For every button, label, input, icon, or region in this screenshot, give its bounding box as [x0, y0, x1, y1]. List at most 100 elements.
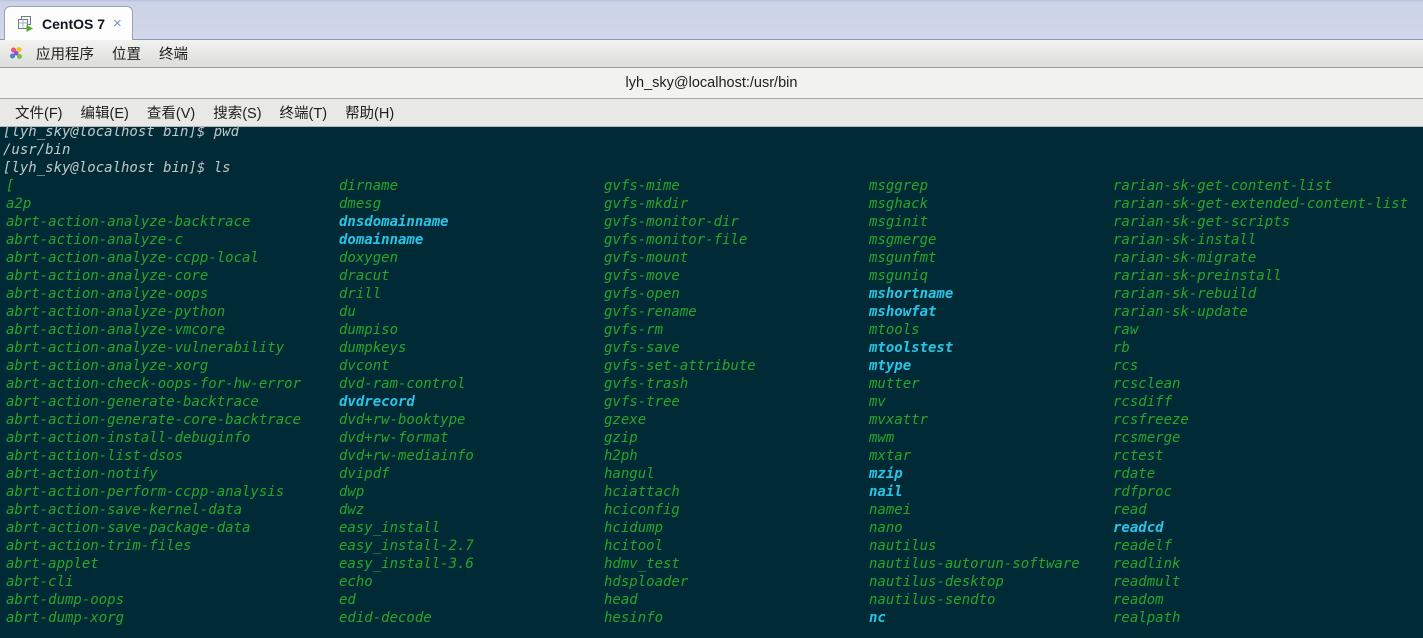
ls-entry: abrt-action-analyze-vmcore	[6, 322, 226, 338]
ls-entry: abrt-action-trim-files	[6, 538, 192, 554]
ls-entry: dumpkeys	[339, 340, 407, 356]
ls-entry: rcsfreeze	[1113, 412, 1189, 428]
ls-entry: rb	[1113, 340, 1130, 356]
ls-entry: hdsploader	[604, 574, 689, 590]
ls-entry: dvcont	[339, 358, 390, 374]
ls-column: gvfs-mime gvfs-mkdir gvfs-monitor-dir gvfs-…	[604, 177, 756, 627]
ls-entry: hcidump	[604, 520, 664, 536]
ls-entry: rcsclean	[1113, 376, 1181, 392]
ls-entry: msginit	[869, 214, 929, 230]
ls-entry: gvfs-mkdir	[604, 196, 689, 212]
ls-entry: msgunfmt	[869, 250, 937, 266]
ls-entry: dnsdomainname	[339, 214, 449, 230]
ls-entry: gvfs-move	[604, 268, 680, 284]
ls-entry: edid-decode	[339, 610, 432, 626]
ls-entry: domainname	[339, 232, 424, 248]
ls-entry: readmult	[1113, 574, 1181, 590]
ls-entry: readlink	[1113, 556, 1181, 572]
ls-entry: drill	[339, 286, 382, 302]
terminal-line: /usr/bin	[3, 142, 71, 158]
ls-entry: realpath	[1113, 610, 1181, 626]
ls-entry: abrt-cli	[6, 574, 74, 590]
ls-entry: dracut	[339, 268, 390, 284]
ls-entry: gvfs-tree	[604, 394, 680, 410]
ls-entry: rarian-sk-rebuild	[1113, 286, 1257, 302]
ls-entry: gvfs-mount	[604, 250, 689, 266]
ls-entry: gvfs-open	[604, 286, 680, 302]
ls-column: msggrep msghack msginit msgmerge msgunfmt msg…	[869, 177, 1080, 627]
ls-entry: doxygen	[339, 250, 399, 266]
ls-entry: [	[6, 178, 15, 194]
ls-entry: nautilus-sendto	[869, 592, 996, 608]
ls-entry: abrt-action-install-debuginfo	[6, 430, 251, 446]
ls-entry: mtools	[869, 322, 920, 338]
ls-entry: gvfs-monitor-dir	[604, 214, 739, 230]
ls-entry: abrt-action-save-package-data	[6, 520, 251, 536]
ls-entry: hciattach	[604, 484, 680, 500]
ls-entry: readcd	[1113, 520, 1164, 536]
ls-entry: abrt-action-analyze-oops	[6, 286, 209, 302]
menu-search[interactable]: 搜索(S)	[204, 100, 270, 125]
ls-entry: head	[604, 592, 638, 608]
ls-entry: dwp	[339, 484, 365, 500]
ls-column: [a2p abrt-action-analyze-backtrace abrt-ac…	[6, 177, 301, 627]
menu-edit[interactable]: 编辑(E)	[72, 100, 138, 125]
panel-item-applications[interactable]: 应用程序	[27, 41, 103, 66]
terminal-screen[interactable]: [lyh_sky@localhost bin]$ pwd/usr/bin [lyh…	[0, 127, 1423, 638]
menu-help[interactable]: 帮助(H)	[336, 100, 403, 125]
ls-entry: mzip	[869, 466, 903, 482]
ls-entry: gvfs-save	[604, 340, 680, 356]
ls-entry: abrt-action-analyze-vulnerability	[6, 340, 285, 356]
ls-entry: abrt-action-analyze-ccpp-local	[6, 250, 259, 266]
ls-entry: abrt-action-generate-core-backtrace	[6, 412, 302, 428]
ls-entry: du	[339, 304, 356, 320]
ls-entry: dvd+rw-booktype	[339, 412, 466, 428]
panel-item-terminal[interactable]: 终端	[150, 41, 197, 66]
terminal-line: [lyh_sky@localhost bin]$ ls	[3, 160, 231, 176]
ls-entry: easy_install-3.6	[339, 556, 474, 572]
menu-file[interactable]: 文件(F)	[6, 100, 72, 125]
ls-entry: msghack	[869, 196, 929, 212]
ls-entry: rdate	[1113, 466, 1156, 482]
ls-entry: dvipdf	[339, 466, 390, 482]
ls-entry: dvd+rw-format	[339, 430, 449, 446]
ls-entry: dirname	[339, 178, 399, 194]
ls-entry: gvfs-monitor-file	[604, 232, 748, 248]
ls-entry: nautilus-desktop	[869, 574, 1004, 590]
vm-thumbnail-icon	[15, 14, 35, 34]
ls-column: rarian-sk-get-content-list rarian-sk-get-…	[1113, 177, 1408, 627]
ls-output-grid: [a2p abrt-action-analyze-backtrace abrt-ac…	[3, 177, 1423, 627]
ls-entry: hdmv_test	[604, 556, 680, 572]
ls-entry: dvd+rw-mediainfo	[339, 448, 474, 464]
menu-view[interactable]: 查看(V)	[138, 100, 204, 125]
terminal-title-bar: lyh_sky@localhost:/usr/bin	[0, 68, 1423, 99]
ls-entry: rcsdiff	[1113, 394, 1173, 410]
ls-entry: rctest	[1113, 448, 1164, 464]
ls-entry: rarian-sk-migrate	[1113, 250, 1257, 266]
ls-entry: ed	[339, 592, 356, 608]
close-icon[interactable]: ×	[112, 16, 123, 31]
ls-entry: rarian-sk-install	[1113, 232, 1257, 248]
vm-tab-label: CentOS 7	[42, 15, 106, 32]
ls-entry: rarian-sk-get-scripts	[1113, 214, 1291, 230]
ls-entry: abrt-action-notify	[6, 466, 158, 482]
ls-entry: rcs	[1113, 358, 1139, 374]
ls-entry: hciconfig	[604, 502, 680, 518]
vm-tab-centos7[interactable]: CentOS 7 ×	[4, 6, 133, 40]
ls-entry: nano	[869, 520, 903, 536]
ls-entry: abrt-dump-oops	[6, 592, 125, 608]
panel-item-places[interactable]: 位置	[103, 41, 150, 66]
ls-entry: msgmerge	[869, 232, 937, 248]
ls-entry: abrt-action-analyze-xorg	[6, 358, 209, 374]
gnome-applications-icon[interactable]	[8, 45, 25, 62]
ls-entry: rarian-sk-update	[1113, 304, 1248, 320]
ls-entry: read	[1113, 502, 1147, 518]
ls-entry: msggrep	[869, 178, 929, 194]
menu-terminal[interactable]: 终端(T)	[271, 100, 337, 125]
terminal-menu-bar: 文件(F) 编辑(E) 查看(V) 搜索(S) 终端(T) 帮助(H)	[0, 99, 1423, 127]
ls-entry: dwz	[339, 502, 365, 518]
ls-entry: easy_install-2.7	[339, 538, 474, 554]
ls-entry: echo	[339, 574, 373, 590]
ls-entry: readelf	[1113, 538, 1173, 554]
ls-entry: mshortname	[869, 286, 954, 302]
